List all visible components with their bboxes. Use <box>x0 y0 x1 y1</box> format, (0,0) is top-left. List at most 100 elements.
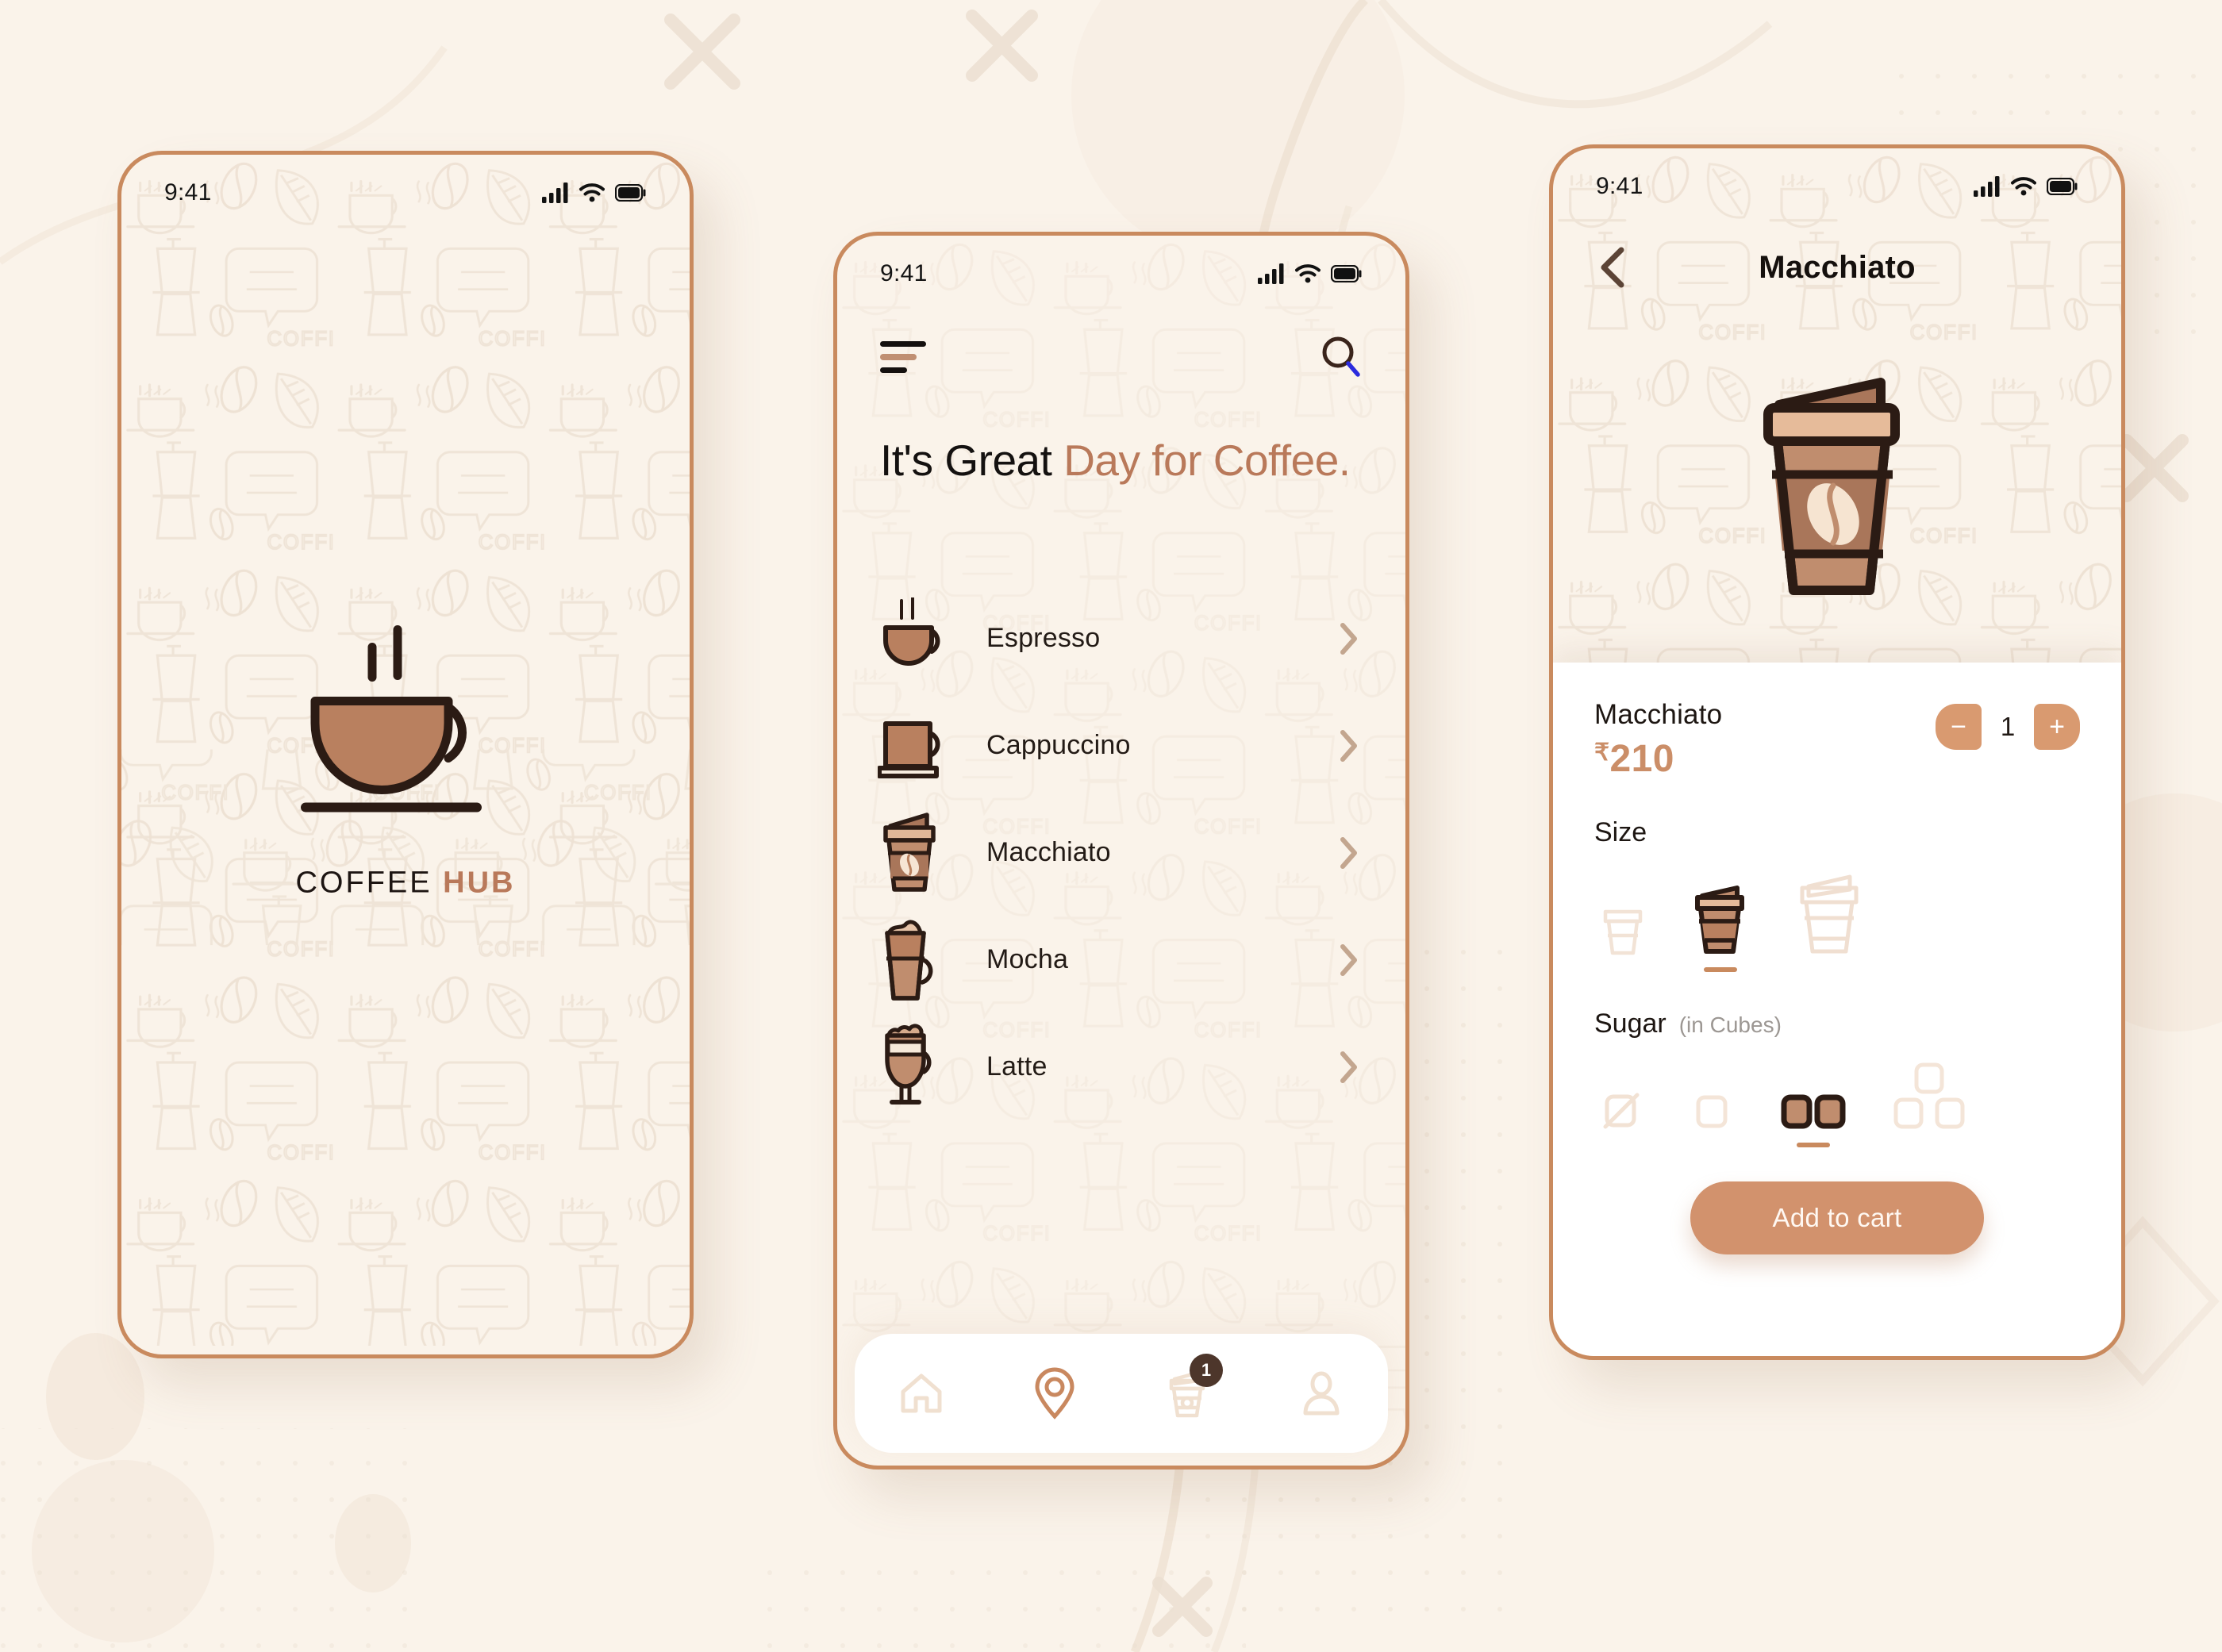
tab-home[interactable] <box>885 1357 958 1430</box>
sugar-three-cubes-icon <box>1893 1062 1965 1129</box>
list-item-label: Latte <box>986 1051 1048 1081</box>
status-icons <box>1974 176 2078 197</box>
list-item-label: Espresso <box>986 623 1101 653</box>
coffee-cup-logo-icon <box>301 625 482 813</box>
product-hero-image <box>1553 311 2121 660</box>
detail-nav-bar: Macchiato <box>1593 237 2082 298</box>
wifi-icon <box>2011 177 2036 196</box>
brand-logo-block: COFFEE HUB <box>121 609 690 901</box>
cup-large-icon <box>1800 874 1859 954</box>
selection-indicator <box>1704 967 1737 972</box>
cup-small-icon <box>1603 909 1643 955</box>
signal-bars-icon <box>542 182 568 203</box>
latte-glass-icon <box>875 1020 953 1115</box>
selection-indicator <box>1797 1143 1830 1147</box>
chevron-right-icon[interactable] <box>1337 1050 1361 1085</box>
status-bar: 9:41 <box>837 236 1405 312</box>
size-label-text: Size <box>1594 817 1647 847</box>
size-options <box>1594 870 2080 972</box>
signal-bars-icon <box>1258 263 1284 284</box>
product-summary-row: Macchiato ₹210 − 1 + <box>1594 699 2080 781</box>
tab-profile[interactable] <box>1285 1357 1358 1430</box>
list-item-label: Mocha <box>986 944 1069 974</box>
brand-name-part1: COFFEE <box>295 866 432 900</box>
status-time: 9:41 <box>880 260 928 286</box>
chevron-right-icon[interactable] <box>1337 943 1361 978</box>
list-item-label: Cappuccino <box>986 730 1131 760</box>
currency-symbol: ₹ <box>1594 740 1610 766</box>
sugar-none-icon <box>1603 1093 1640 1129</box>
product-options-sheet: Macchiato ₹210 − 1 + Size Sugar (in Cube… <box>1553 663 2121 1356</box>
macchiato-togo-cup-large-icon <box>1763 378 1900 595</box>
mocha-glass-icon <box>875 912 953 1008</box>
espresso-cup-icon <box>875 591 953 686</box>
home-screen: 9:41 It's Great Day for Coffee. Espresso… <box>837 236 1405 1466</box>
status-time: 9:41 <box>164 179 212 206</box>
page-title: It's Great Day for Coffee. <box>880 434 1370 487</box>
tab-location[interactable] <box>1018 1357 1091 1430</box>
phone-frame-home: 9:41 It's Great Day for Coffee. Espresso… <box>833 232 1409 1470</box>
bottom-tab-bar: 1 <box>855 1334 1388 1453</box>
chevron-right-icon[interactable] <box>1337 836 1361 870</box>
sugar-option-three[interactable] <box>1893 1060 1966 1147</box>
cappuccino-mug-icon <box>875 698 953 793</box>
list-item-latte[interactable]: Latte <box>837 1013 1405 1120</box>
quantity-stepper: − 1 + <box>1936 704 2080 750</box>
sugar-option-one[interactable] <box>1690 1089 1734 1147</box>
headline-plain: It's Great <box>880 436 1064 485</box>
size-option-medium[interactable] <box>1691 883 1750 972</box>
brand-name-part2: HUB <box>443 866 516 900</box>
decrease-quantity-button[interactable]: − <box>1936 704 1982 750</box>
chevron-right-icon[interactable] <box>1337 621 1361 656</box>
list-item-label: Macchiato <box>986 837 1111 867</box>
chevron-right-icon[interactable] <box>1337 728 1361 763</box>
product-info: Macchiato ₹210 <box>1594 699 1722 781</box>
phone-frame-splash: 9:41 COFFEE HUB <box>117 151 694 1358</box>
brand-wordmark: COFFEE HUB <box>295 866 515 901</box>
sugar-label-text: Sugar <box>1594 1008 1666 1039</box>
battery-icon <box>1331 265 1362 282</box>
location-pin-icon <box>1035 1367 1074 1420</box>
list-item-mocha[interactable]: Mocha <box>837 906 1405 1013</box>
battery-icon <box>615 184 646 202</box>
list-item-macchiato[interactable]: Macchiato <box>837 799 1405 906</box>
tab-cart[interactable]: 1 <box>1151 1354 1224 1430</box>
wifi-icon <box>579 183 605 202</box>
status-icons <box>542 182 647 203</box>
size-option-small[interactable] <box>1599 897 1647 972</box>
wifi-icon <box>1295 264 1321 283</box>
product-price: ₹210 <box>1594 737 1722 781</box>
sugar-options <box>1594 1060 2080 1147</box>
status-bar: 9:41 <box>121 155 690 231</box>
increase-quantity-button[interactable]: + <box>2034 704 2080 750</box>
product-name: Macchiato <box>1594 699 1723 730</box>
list-item-cappuccino[interactable]: Cappuccino <box>837 692 1405 799</box>
price-value: 210 <box>1609 738 1674 780</box>
sugar-option-none[interactable] <box>1599 1089 1643 1147</box>
home-icon <box>901 1373 942 1413</box>
add-to-cart-button[interactable]: Add to cart <box>1690 1181 1984 1254</box>
hamburger-menu-icon[interactable] <box>880 341 926 373</box>
sugar-two-cubes-icon <box>1781 1094 1846 1129</box>
coffee-list: Espresso Cappuccino Macchiato Mocha Latt… <box>837 585 1405 1120</box>
phone-frame-detail: 9:41 Macchiato Macchiato ₹210 − 1 + Size… <box>1549 144 2125 1360</box>
home-top-bar <box>880 329 1363 385</box>
sugar-label-sub: (in Cubes) <box>1678 1012 1782 1037</box>
sugar-section-label: Sugar (in Cubes) <box>1594 1008 2080 1039</box>
status-time: 9:41 <box>1596 173 1643 199</box>
list-item-espresso[interactable]: Espresso <box>837 585 1405 692</box>
size-option-large[interactable] <box>1794 870 1866 972</box>
macchiato-togo-cup-icon <box>875 805 953 901</box>
size-section-label: Size <box>1594 817 2080 848</box>
status-bar: 9:41 <box>1553 148 2121 225</box>
search-icon[interactable] <box>1320 335 1363 379</box>
user-icon <box>1303 1371 1340 1416</box>
cart-badge: 1 <box>1190 1354 1223 1387</box>
sugar-option-two[interactable] <box>1780 1089 1847 1147</box>
chevron-left-icon[interactable] <box>1593 244 1636 291</box>
sugar-one-cube-icon <box>1696 1095 1728 1128</box>
battery-icon <box>2047 178 2078 195</box>
splash-screen: 9:41 COFFEE HUB <box>121 155 690 1354</box>
status-icons <box>1258 263 1363 284</box>
product-detail-screen: 9:41 Macchiato Macchiato ₹210 − 1 + Size… <box>1553 148 2121 1356</box>
